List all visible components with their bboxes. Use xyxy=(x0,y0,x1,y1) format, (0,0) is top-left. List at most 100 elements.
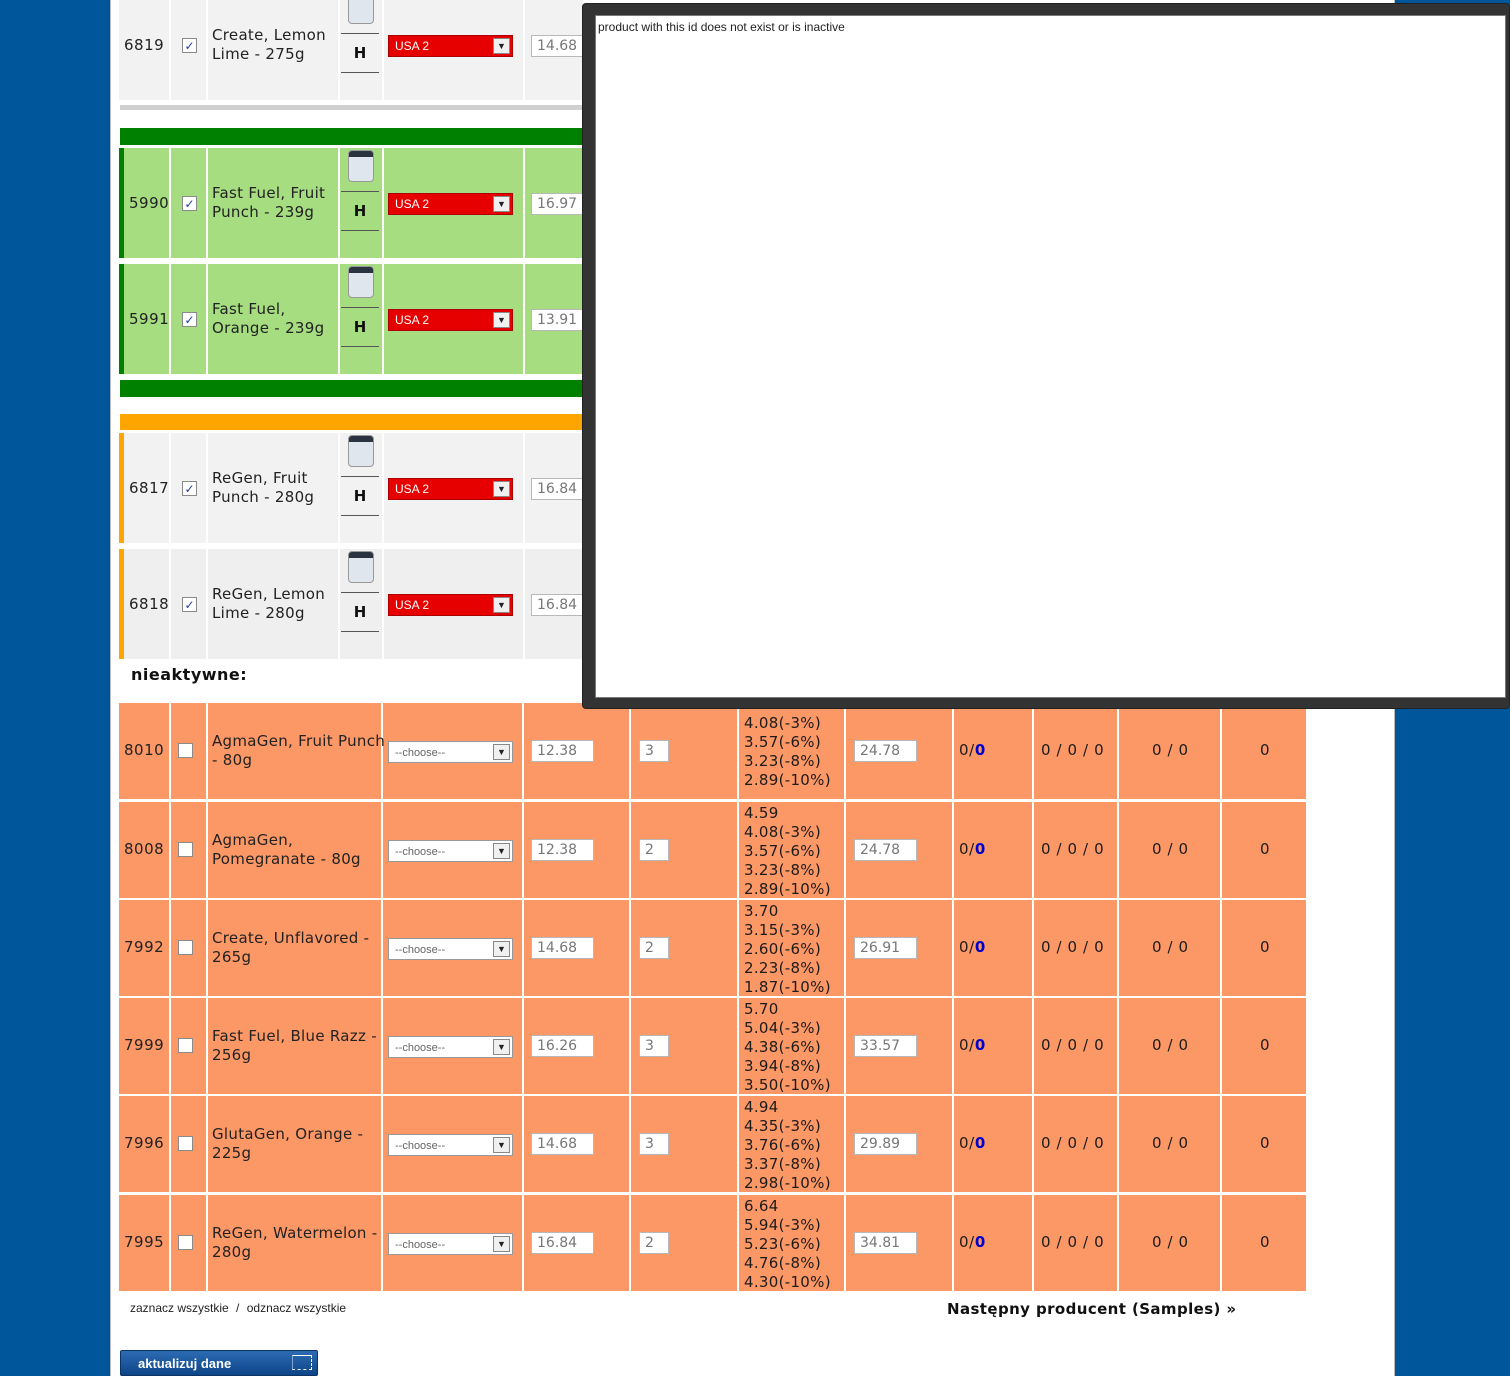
product-checkbox[interactable] xyxy=(178,940,193,955)
cell-divider xyxy=(1220,1096,1222,1192)
price-input[interactable]: 16.26 xyxy=(531,1035,594,1057)
cell-divider xyxy=(169,1096,171,1192)
h-label[interactable]: H xyxy=(341,476,379,516)
deselect-all-link[interactable]: odznacz wszystkie xyxy=(247,1301,346,1315)
cell-divider xyxy=(737,900,739,996)
price-tier: 3.50(-10%) xyxy=(744,1076,831,1094)
product-name: Fast Fuel, Blue Razz -256g xyxy=(212,1027,377,1064)
h-label[interactable]: H xyxy=(341,191,379,231)
select-all-link[interactable]: zaznacz wszystkie xyxy=(130,1301,229,1315)
chevron-down-icon: ▼ xyxy=(493,481,510,497)
cell-divider xyxy=(381,802,383,898)
stock-link[interactable]: 0/0 xyxy=(959,938,986,956)
stock-link[interactable]: 0/0 xyxy=(959,840,986,858)
warehouse-select[interactable]: USA 2 ▼ xyxy=(388,478,513,500)
quantity-input[interactable]: 2 xyxy=(639,937,669,959)
product-id: 7996 xyxy=(124,1134,165,1152)
warehouse-select[interactable]: --choose-- ▼ xyxy=(388,1036,513,1058)
cell-divider xyxy=(952,1096,954,1192)
product-id: 5991 xyxy=(129,310,170,328)
update-data-button[interactable]: aktualizuj dane xyxy=(120,1350,318,1376)
retail-price-input[interactable]: 24.78 xyxy=(854,740,917,762)
product-checkbox[interactable]: ✓ xyxy=(182,196,197,211)
product-name: ReGen, Lemon Lime - 280g xyxy=(212,585,326,622)
chevron-down-icon: ▼ xyxy=(493,843,510,859)
inactive-product-row: 7992 Create, Unflavored -265g --choose-- ▼ 1… xyxy=(119,900,1306,996)
cell-divider xyxy=(1032,802,1034,898)
product-name: Create, Lemon Lime - 275g xyxy=(212,26,326,63)
stock-link[interactable]: 0/0 xyxy=(959,1036,986,1054)
retail-price-input[interactable]: 24.78 xyxy=(854,839,917,861)
h-label[interactable]: H xyxy=(341,307,379,347)
product-checkbox[interactable]: ✓ xyxy=(182,597,197,612)
price-tier: 1.87(-10%) xyxy=(744,978,831,996)
warehouse-select[interactable]: USA 2 ▼ xyxy=(388,594,513,616)
product-checkbox[interactable]: ✓ xyxy=(182,312,197,327)
product-checkbox[interactable]: ✓ xyxy=(182,38,197,53)
h-label[interactable]: H xyxy=(341,592,379,632)
price-input[interactable]: 12.38 xyxy=(531,740,594,762)
price-tier: 5.23(-6%) xyxy=(744,1235,822,1253)
inactive-product-row: 7995 ReGen, Watermelon -280g --choose-- ▼ 16… xyxy=(119,1195,1306,1291)
inactive-product-row: 8010 AgmaGen, Fruit Punch - 80g --choose-- ▼… xyxy=(119,695,1306,799)
popup-window[interactable]: product with this id does not exist or i… xyxy=(582,3,1510,709)
cell-divider xyxy=(629,802,631,898)
warehouse-select[interactable]: USA 2 ▼ xyxy=(388,193,513,215)
price-tier: 4.59 xyxy=(744,804,779,822)
price-input[interactable]: 14.68 xyxy=(531,1133,594,1155)
price-input[interactable]: 14.68 xyxy=(531,937,594,959)
select-controls: zaznacz wszystkie / odznacz wszystkie xyxy=(130,1301,346,1315)
product-checkbox[interactable]: ✓ xyxy=(182,481,197,496)
warehouse-select[interactable]: USA 2 ▼ xyxy=(388,309,513,331)
popup-content: product with this id does not exist or i… xyxy=(595,15,1506,698)
cell-divider xyxy=(206,998,208,1094)
inactive-product-row: 8008 AgmaGen, Pomegranate - 80g --choose-- ▼… xyxy=(119,802,1306,898)
price-tiers: 4.594.08(-3%)3.57(-6%)3.23(-8%)2.89(-10%… xyxy=(744,695,854,790)
warehouse-select[interactable]: --choose-- ▼ xyxy=(388,840,513,862)
price-input[interactable]: 12.38 xyxy=(531,839,594,861)
cell-divider xyxy=(629,1195,631,1291)
warehouse-select[interactable]: --choose-- ▼ xyxy=(388,1233,513,1255)
divider: / xyxy=(236,1301,240,1315)
product-checkbox[interactable] xyxy=(178,842,193,857)
cell-divider xyxy=(169,802,171,898)
product-checkbox[interactable] xyxy=(178,1235,193,1250)
product-checkbox[interactable] xyxy=(178,743,193,758)
quantity-input[interactable]: 2 xyxy=(639,839,669,861)
product-name: ReGen, Fruit Punch - 280g xyxy=(212,469,315,506)
stock-link[interactable]: 0/0 xyxy=(959,741,986,759)
retail-price-input[interactable]: 29.89 xyxy=(854,1133,917,1155)
product-id: 7999 xyxy=(124,1036,165,1054)
price-tier: 3.57(-6%) xyxy=(744,733,822,751)
price-tier: 3.23(-8%) xyxy=(744,861,822,879)
warehouse-select[interactable]: --choose-- ▼ xyxy=(388,938,513,960)
quantity-input[interactable]: 2 xyxy=(639,1232,669,1254)
cell-divider xyxy=(1032,900,1034,996)
price-input[interactable]: 16.84 xyxy=(531,1232,594,1254)
warehouse-select[interactable]: --choose-- ▼ xyxy=(388,1134,513,1156)
product-checkbox[interactable] xyxy=(178,1136,193,1151)
price-tiers: 3.70 3.15(-3%) 2.60(-6%) 2.23(-8%) 1.87(-10%… xyxy=(744,902,854,997)
product-image xyxy=(348,266,374,298)
stat-orders: 0 / 0 / 0 xyxy=(1041,1233,1105,1251)
cell-divider xyxy=(169,900,171,996)
chevron-down-icon: ▼ xyxy=(493,941,510,957)
stat-count: 0 xyxy=(1260,938,1271,956)
warehouse-select[interactable]: USA 2 ▼ xyxy=(388,35,513,57)
stock-link[interactable]: 0/0 xyxy=(959,1233,986,1251)
retail-price-input[interactable]: 34.81 xyxy=(854,1232,917,1254)
quantity-input[interactable]: 3 xyxy=(639,1133,669,1155)
stock-link[interactable]: 0/0 xyxy=(959,1134,986,1152)
retail-price-input[interactable]: 26.91 xyxy=(854,937,917,959)
cell-divider xyxy=(952,1195,954,1291)
retail-price-input[interactable]: 33.57 xyxy=(854,1035,917,1057)
next-producer-link[interactable]: Następny producent (Samples) » xyxy=(947,1300,1237,1318)
cell-divider xyxy=(522,802,524,898)
quantity-input[interactable]: 3 xyxy=(639,1035,669,1057)
h-label[interactable]: H xyxy=(341,33,379,73)
product-id: 8008 xyxy=(124,840,165,858)
warehouse-select[interactable]: --choose-- ▼ xyxy=(388,741,513,763)
product-checkbox[interactable] xyxy=(178,1038,193,1053)
quantity-input[interactable]: 3 xyxy=(639,740,669,762)
cell-divider xyxy=(629,998,631,1094)
